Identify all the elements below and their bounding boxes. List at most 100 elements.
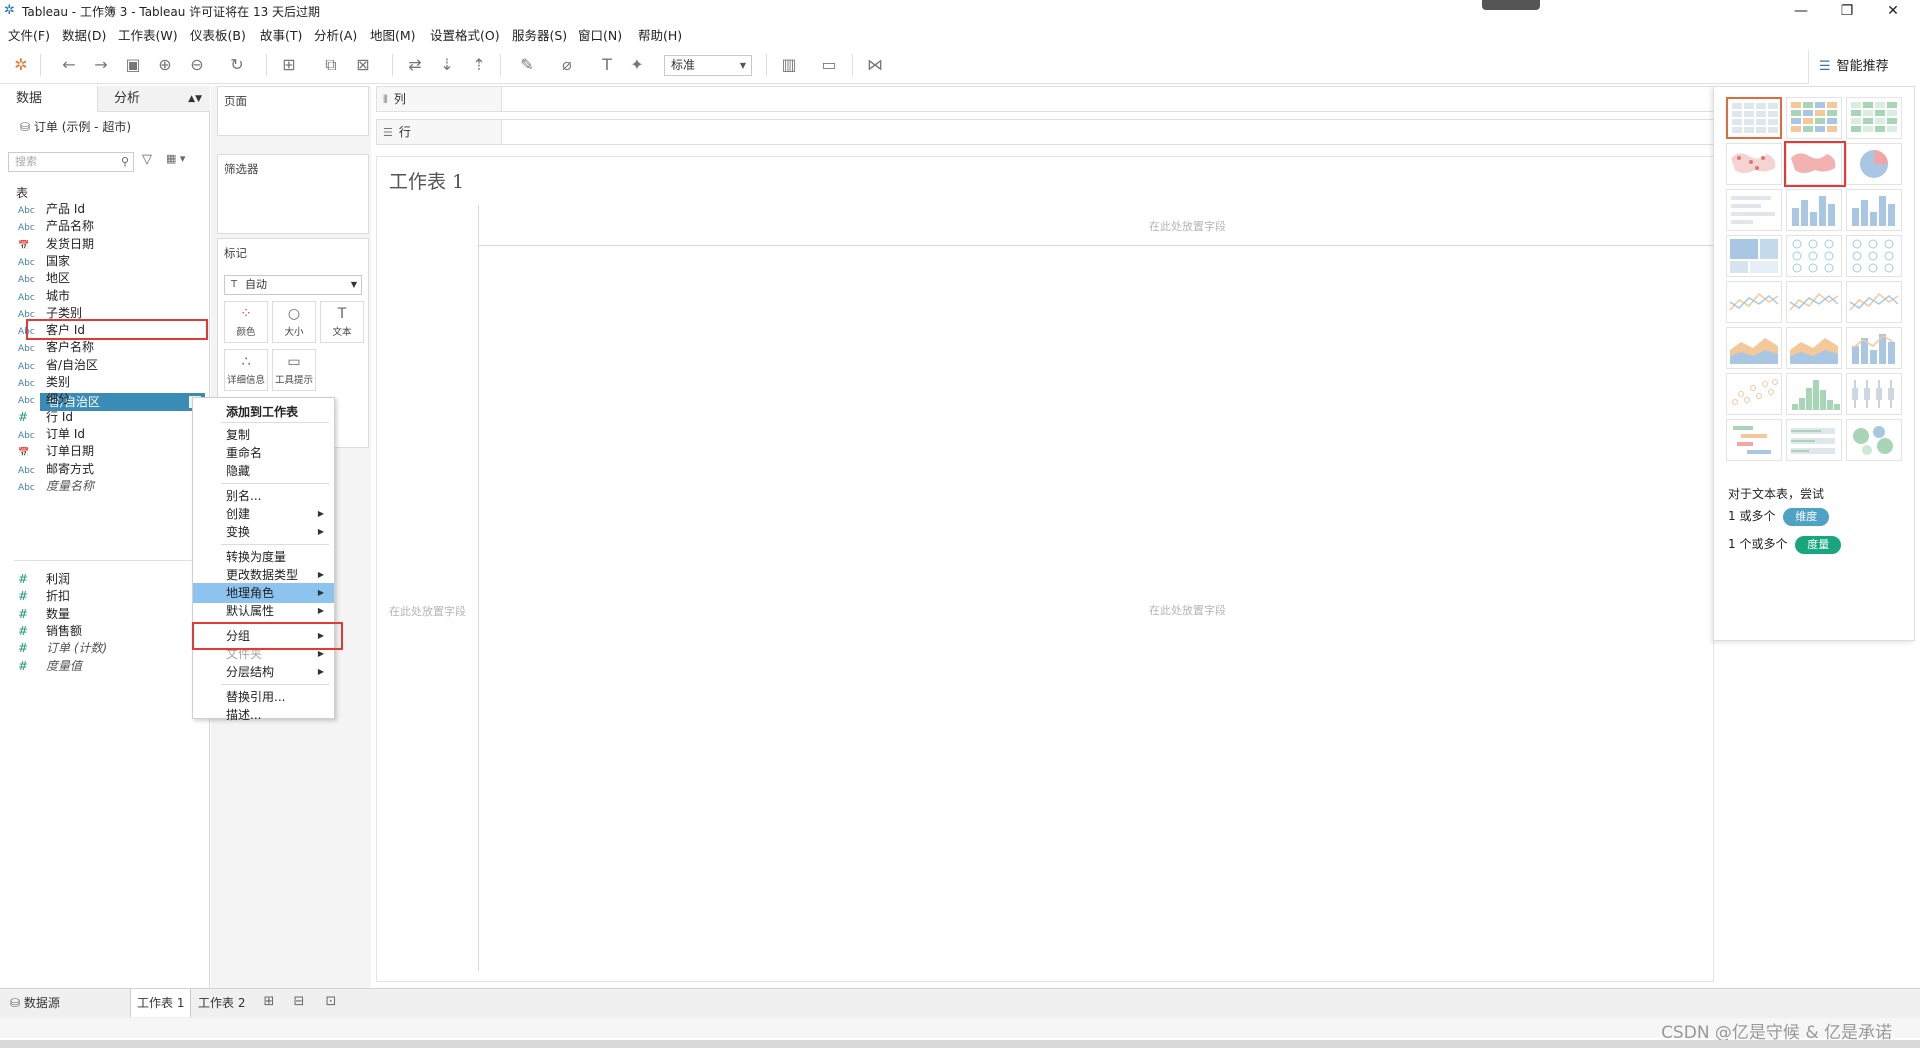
field-item[interactable]: Abc 地区 [18, 270, 198, 287]
showme-packed-thumb[interactable] [1846, 419, 1902, 461]
context-menu-item[interactable]: 分组 ▶ [193, 626, 334, 646]
showme-sidebar-thumb[interactable] [1846, 189, 1902, 231]
showme-dualarea-thumb[interactable] [1786, 327, 1842, 369]
swap-icon[interactable]: ⇄ [404, 54, 426, 76]
color-button[interactable]: ⁘ 颜色 [224, 301, 268, 343]
new-story-icon[interactable]: ⊡ [320, 994, 342, 1012]
showme-line-thumb[interactable] [1726, 281, 1782, 323]
undo-icon[interactable]: ← [58, 54, 80, 76]
context-menu-item[interactable]: 重命名 [193, 443, 334, 463]
showme-table-thumb[interactable] [1726, 97, 1782, 139]
field-item[interactable]: Abc 度量名称 [18, 478, 198, 495]
sheet-title[interactable]: 工作表 1 [389, 167, 464, 194]
menu-data[interactable]: 数据(D) [62, 25, 106, 44]
menu-worksheet[interactable]: 工作表(W) [118, 25, 178, 44]
showme-boxplot-thumb[interactable] [1846, 373, 1902, 415]
overlay-handle[interactable] [1482, 0, 1540, 10]
field-item[interactable]: Abc 国家 [18, 253, 198, 270]
drop-zone-rows[interactable]: 在此处放置字段 [389, 603, 466, 619]
tooltip-button[interactable]: ▭ 工具提示 [272, 349, 316, 391]
filters-shelf[interactable]: 筛选器 [217, 154, 369, 234]
field-item[interactable]: Abc 细分 [18, 391, 198, 408]
sort-ascending-icon[interactable]: ⇣ [436, 54, 458, 76]
showme-symmap-thumb[interactable] [1726, 143, 1782, 185]
measure-item[interactable]: # 订单 (计数) [18, 640, 198, 657]
showme-hilite-thumb[interactable] [1846, 97, 1902, 139]
pin-icon[interactable]: ✦ [626, 54, 648, 76]
clear-sheet-icon[interactable]: ⊠ [352, 54, 374, 76]
duplicate-sheet-icon[interactable]: ⧉ [320, 54, 342, 76]
showme-treemap-thumb[interactable] [1726, 235, 1782, 277]
new-dashboard-icon[interactable]: ⊟ [288, 994, 310, 1012]
menu-window[interactable]: 窗口(N) [578, 25, 622, 44]
showme-button[interactable]: ☰ 智能推荐 [1808, 50, 1920, 84]
measure-item[interactable]: # 度量值 [18, 658, 198, 675]
group-icon[interactable]: ⌀ [556, 54, 578, 76]
showme-heat-thumb[interactable] [1786, 97, 1842, 139]
showme-barline-thumb[interactable] [1846, 327, 1902, 369]
field-item[interactable]: 📅 发货日期 [18, 236, 198, 253]
context-menu-item[interactable]: 描述... [193, 705, 334, 725]
columns-shelf[interactable]: ⦀ 列 [376, 86, 1714, 112]
menu-format[interactable]: 设置格式(O) [430, 25, 500, 44]
field-item[interactable]: Abc 客户名称 [18, 339, 198, 356]
showme-hbar-thumb[interactable] [1726, 189, 1782, 231]
context-menu-item[interactable]: 别名... [193, 486, 334, 506]
mark-type-select[interactable]: T 自动 ▼ [224, 275, 362, 295]
field-item[interactable]: Abc 产品 Id [18, 201, 198, 218]
context-menu-item[interactable]: 复制 [193, 425, 334, 445]
showme-stackbar-thumb[interactable] [1786, 189, 1842, 231]
new-worksheet-icon[interactable]: ⊞ [278, 54, 300, 76]
field-item[interactable]: Abc 订单 Id [18, 426, 198, 443]
field-item[interactable]: # 行 Id [18, 409, 198, 426]
close-button[interactable]: ✕ [1870, 0, 1916, 22]
new-worksheet-icon[interactable]: ⊞ [258, 994, 280, 1012]
field-item[interactable]: Abc 省/自治区 [18, 357, 198, 374]
presentation-icon[interactable]: ▭ [818, 54, 840, 76]
view-options-icon[interactable]: ▦ ▾ [166, 152, 185, 165]
tab-sheet-2[interactable]: 工作表 2 [192, 989, 251, 1017]
share-icon[interactable]: ⋈ [864, 54, 886, 76]
highlight-icon[interactable]: ✎ [516, 54, 538, 76]
menu-analysis[interactable]: 分析(A) [314, 25, 357, 44]
context-menu-item[interactable]: 更改数据类型 ▶ [193, 565, 334, 585]
maximize-button[interactable]: ❐ [1824, 0, 1870, 22]
redo-icon[interactable]: → [90, 54, 112, 76]
context-menu-item[interactable]: 转换为度量 [193, 547, 334, 567]
field-item[interactable]: Abc 城市 [18, 288, 198, 305]
context-menu-item[interactable]: 变换 ▶ [193, 522, 334, 542]
search-input[interactable]: 搜索 ⚲ [8, 152, 134, 172]
context-menu-item[interactable]: 创建 ▶ [193, 504, 334, 524]
showme-dualline-thumb[interactable] [1786, 281, 1842, 323]
tab-datasource[interactable]: ⛁ 数据源 [4, 989, 66, 1017]
context-menu-item[interactable]: 分层结构 ▶ [193, 662, 334, 682]
context-menu-item[interactable]: 替换引用... [193, 687, 334, 707]
menu-story[interactable]: 故事(T) [260, 25, 302, 44]
pages-shelf[interactable]: 页面 [217, 86, 369, 136]
measure-item[interactable]: # 利润 [18, 571, 198, 588]
filter-icon[interactable]: ▽ [142, 152, 152, 167]
showme-pie-thumb[interactable] [1846, 143, 1902, 185]
field-item[interactable]: Abc 产品名称 [18, 218, 198, 235]
measure-item[interactable]: # 销售额 [18, 623, 198, 640]
field-item[interactable]: Abc 子类别 [18, 305, 198, 322]
showme-sidecircle-thumb[interactable] [1846, 235, 1902, 277]
rows-shelf[interactable]: ☰ 行 [376, 119, 1714, 145]
menu-file[interactable]: 文件(F) [8, 25, 50, 44]
menu-help[interactable]: 帮助(H) [638, 25, 682, 44]
sort-descending-icon[interactable]: ⇡ [468, 54, 490, 76]
field-item[interactable]: Abc 客户 Id [18, 322, 198, 339]
refresh-icon[interactable]: ↻ [226, 54, 248, 76]
showme-histogram-thumb[interactable] [1786, 373, 1842, 415]
measure-item[interactable]: # 数量 [18, 606, 198, 623]
drop-zone-body[interactable]: 在此处放置字段 [1149, 602, 1226, 618]
showme-gantt-thumb[interactable] [1726, 419, 1782, 461]
tableau-start-icon[interactable]: ✲ [10, 54, 32, 76]
tab-sheet-1[interactable]: 工作表 1 [130, 989, 192, 1017]
save-icon[interactable]: ▣ [122, 54, 144, 76]
context-menu-item[interactable]: 默认属性 ▶ [193, 601, 334, 621]
field-item[interactable]: 📅 订单日期 [18, 443, 198, 460]
tab-analysis[interactable]: 分析 ▲▼ [98, 86, 210, 112]
new-datasource-icon[interactable]: ⊕ [154, 54, 176, 76]
text-button[interactable]: T 文本 [320, 301, 364, 343]
